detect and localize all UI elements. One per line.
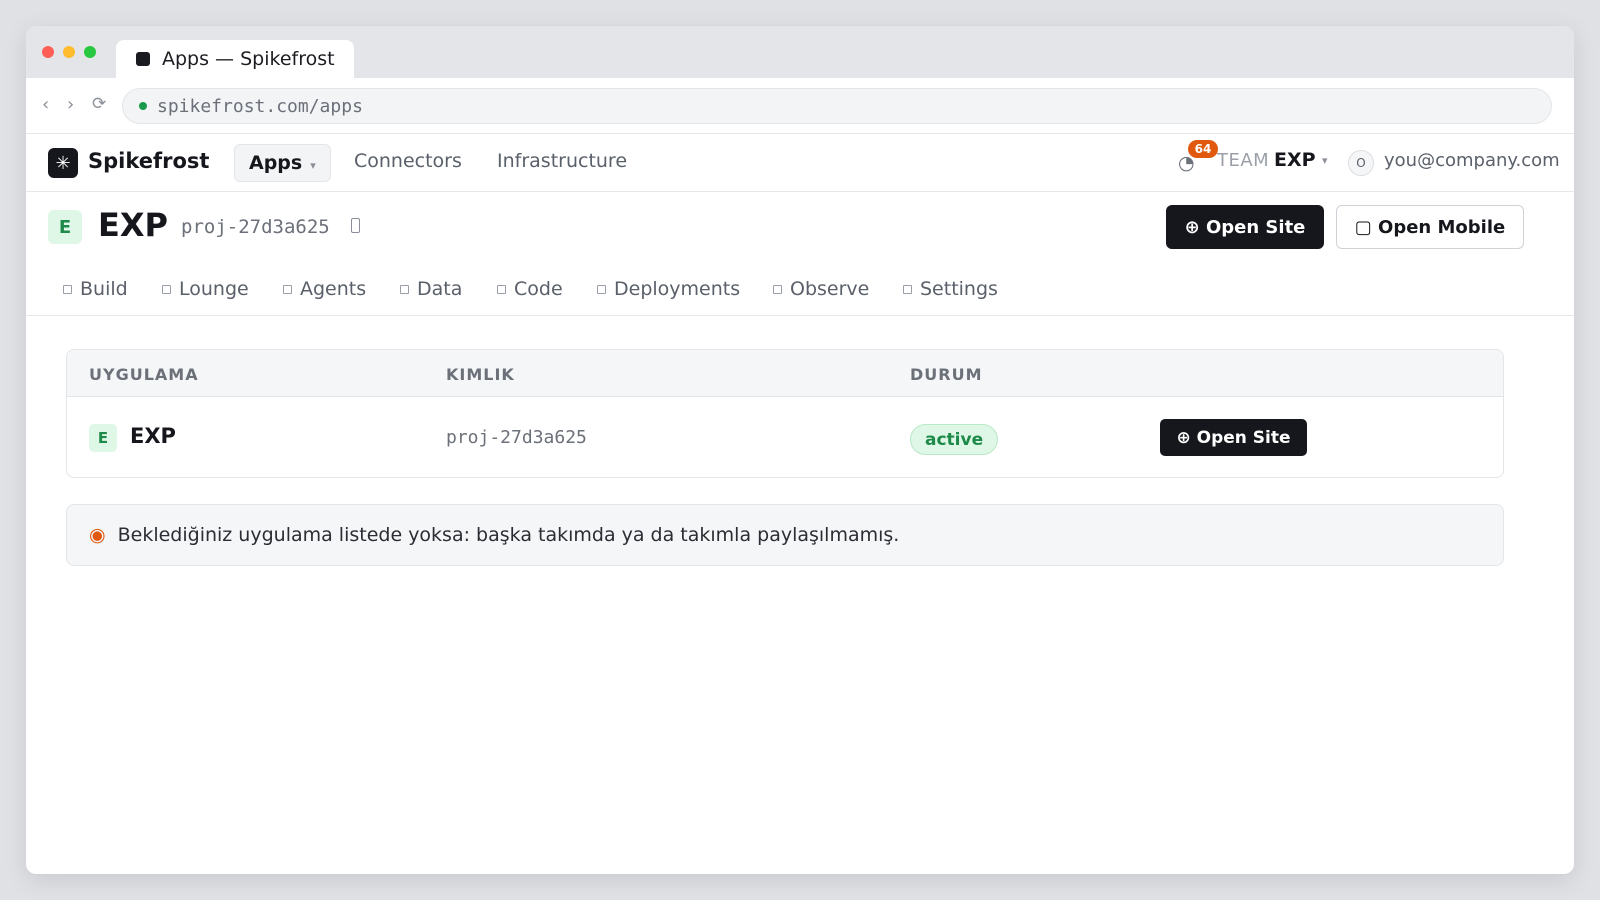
- tab-label: Settings: [920, 278, 998, 300]
- tab-label: Build: [80, 278, 128, 300]
- observe-icon: [773, 284, 782, 294]
- project-tabs: Build Lounge Agents Data Code Deployment…: [26, 266, 1574, 316]
- project-badge: E: [48, 210, 82, 244]
- apps-table: UYGULAMA KIMLIK DURUM E EXP proj-27d3a62…: [66, 349, 1504, 478]
- app-badge: E: [89, 424, 117, 452]
- row-open-site-button[interactable]: ⊕ Open Site: [1160, 419, 1307, 456]
- nav-infrastructure[interactable]: Infrastructure: [497, 150, 627, 172]
- code-icon: [497, 284, 506, 294]
- tab-code[interactable]: Code: [497, 278, 563, 300]
- favicon-icon: [136, 52, 150, 66]
- column-header-status: DURUM: [910, 365, 983, 384]
- browser-window: Apps — Spikefrost ‹ › ⟳ spikefrost.com/a…: [26, 26, 1574, 874]
- tab-observe[interactable]: Observe: [773, 278, 869, 300]
- user-email[interactable]: you@company.com: [1384, 150, 1560, 171]
- avatar[interactable]: O: [1348, 150, 1374, 176]
- forward-icon[interactable]: ›: [67, 94, 74, 115]
- nav-connectors[interactable]: Connectors: [354, 150, 462, 172]
- tab-title: Apps — Spikefrost: [162, 48, 335, 70]
- lounge-icon: [162, 284, 171, 294]
- tab-label: Agents: [300, 278, 367, 300]
- nav-apps-dropdown[interactable]: Apps ▾: [234, 144, 331, 182]
- tab-label: Data: [417, 278, 463, 300]
- tab-lounge[interactable]: Lounge: [162, 278, 249, 300]
- status-badge: active: [910, 424, 999, 455]
- tab-build[interactable]: Build: [63, 278, 128, 300]
- team-chevron-down-icon[interactable]: ▾: [1322, 154, 1328, 167]
- team-label: TEAM: [1217, 150, 1270, 171]
- data-icon: [400, 284, 409, 294]
- settings-icon: [903, 284, 912, 294]
- title-bar: Apps — Spikefrost: [26, 26, 1574, 78]
- address-bar: ‹ › ⟳ spikefrost.com/apps: [26, 78, 1574, 134]
- url-field[interactable]: spikefrost.com/apps: [122, 88, 1552, 124]
- deployments-icon: [597, 284, 606, 294]
- column-header-id: KIMLIK: [446, 365, 515, 384]
- spikefrost-logo-icon[interactable]: ✳: [48, 148, 78, 178]
- tab-label: Deployments: [614, 278, 741, 300]
- app-id: proj-27d3a625: [446, 427, 587, 448]
- info-notice: ◉ Beklediğiniz uygulama listede yoksa: b…: [66, 504, 1504, 566]
- browser-tab[interactable]: Apps — Spikefrost: [116, 40, 354, 78]
- table-row[interactable]: E EXP proj-27d3a625 active ⊕ Open Site: [67, 397, 1503, 477]
- reload-icon[interactable]: ⟳: [92, 94, 106, 114]
- notification-count-badge: 64: [1188, 140, 1218, 158]
- open-mobile-button[interactable]: ▢ Open Mobile: [1336, 205, 1524, 249]
- tab-agents[interactable]: Agents: [283, 278, 366, 300]
- page-title: EXP: [98, 206, 168, 244]
- app-header: ✳ Spikefrost Apps ▾ Connectors Infrastru…: [26, 134, 1574, 192]
- app-name[interactable]: EXP: [130, 424, 176, 448]
- column-header-app: UYGULAMA: [89, 365, 199, 384]
- copy-icon[interactable]: [351, 218, 360, 233]
- team-switcher[interactable]: EXP: [1274, 149, 1316, 171]
- notice-text: Beklediğiniz uygulama listede yoksa: baş…: [117, 524, 900, 546]
- open-site-button[interactable]: ⊕ Open Site: [1166, 205, 1324, 249]
- warning-icon: ◉: [89, 524, 106, 546]
- close-window-button[interactable]: [42, 46, 54, 58]
- tab-data[interactable]: Data: [400, 278, 462, 300]
- nav-apps-label: Apps: [249, 152, 303, 174]
- project-id: proj-27d3a625: [181, 216, 330, 238]
- back-icon[interactable]: ‹: [42, 94, 49, 115]
- secure-indicator-icon: [139, 102, 147, 110]
- brand-name[interactable]: Spikefrost: [88, 149, 209, 173]
- minimize-window-button[interactable]: [63, 46, 75, 58]
- tab-label: Observe: [790, 278, 870, 300]
- tab-label: Code: [514, 278, 563, 300]
- maximize-window-button[interactable]: [84, 46, 96, 58]
- table-header: UYGULAMA KIMLIK DURUM: [67, 350, 1503, 397]
- tab-deployments[interactable]: Deployments: [597, 278, 740, 300]
- tab-settings[interactable]: Settings: [903, 278, 998, 300]
- tab-label: Lounge: [179, 278, 249, 300]
- build-icon: [63, 284, 72, 294]
- url-text: spikefrost.com/apps: [157, 95, 363, 117]
- chevron-down-icon: ▾: [310, 158, 316, 172]
- agents-icon: [283, 284, 292, 294]
